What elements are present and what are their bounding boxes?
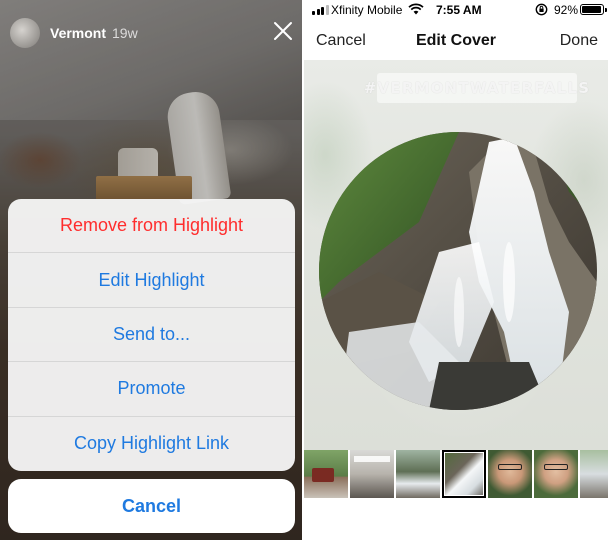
wifi-icon bbox=[408, 3, 424, 15]
filmstrip-thumbnail[interactable] bbox=[488, 450, 532, 498]
action-sheet-cancel-button[interactable]: Cancel bbox=[8, 479, 295, 533]
battery-icon bbox=[580, 4, 607, 15]
filmstrip-thumbnail[interactable] bbox=[534, 450, 578, 498]
story-age: 19w bbox=[112, 25, 138, 41]
action-sheet: Remove from Highlight Edit Highlight Sen… bbox=[8, 199, 295, 471]
bottom-safe-area bbox=[304, 498, 608, 540]
remove-from-highlight-button[interactable]: Remove from Highlight bbox=[8, 199, 295, 254]
status-bar: Xfinity Mobile 7:55 AM 92% bbox=[304, 0, 608, 20]
done-button[interactable]: Done bbox=[560, 32, 598, 50]
promote-button[interactable]: Promote bbox=[8, 362, 295, 417]
status-time: 7:55 AM bbox=[436, 3, 482, 17]
filmstrip-thumbnail[interactable] bbox=[396, 450, 440, 498]
copy-highlight-link-button[interactable]: Copy Highlight Link bbox=[8, 417, 295, 471]
carrier-name: Xfinity Mobile bbox=[331, 3, 403, 17]
cover-filmstrip bbox=[304, 450, 608, 498]
signal-strength-icon bbox=[312, 5, 329, 15]
filmstrip-thumbnail[interactable] bbox=[304, 450, 348, 498]
nav-bar: Cancel Edit Cover Done bbox=[304, 22, 608, 60]
filmstrip-thumbnail-selected[interactable] bbox=[442, 450, 486, 498]
cover-crop-circle[interactable] bbox=[319, 132, 597, 410]
edit-cover-screen: Xfinity Mobile 7:55 AM 92% Cancel Edit C… bbox=[304, 0, 608, 540]
story-header: Vermont 19w bbox=[10, 18, 138, 48]
filmstrip-thumbnail[interactable] bbox=[580, 450, 608, 498]
close-button[interactable] bbox=[272, 20, 294, 42]
rotation-lock-icon bbox=[535, 3, 548, 16]
filmstrip-thumbnail[interactable] bbox=[350, 450, 394, 498]
story-viewer: Vermont 19w Remove from Highlight Edit H… bbox=[0, 0, 302, 540]
cover-preview[interactable]: #VERMONTWATERFALLS bbox=[304, 60, 608, 450]
waterfall-cover-image bbox=[319, 132, 597, 410]
story-username[interactable]: Vermont bbox=[50, 25, 106, 41]
edit-highlight-button[interactable]: Edit Highlight bbox=[8, 253, 295, 308]
battery-percent: 92% bbox=[554, 3, 579, 17]
hashtag-sticker: #VERMONTWATERFALLS bbox=[364, 73, 589, 103]
close-icon bbox=[274, 22, 292, 40]
avatar[interactable] bbox=[10, 18, 40, 48]
send-to-button[interactable]: Send to... bbox=[8, 308, 295, 363]
